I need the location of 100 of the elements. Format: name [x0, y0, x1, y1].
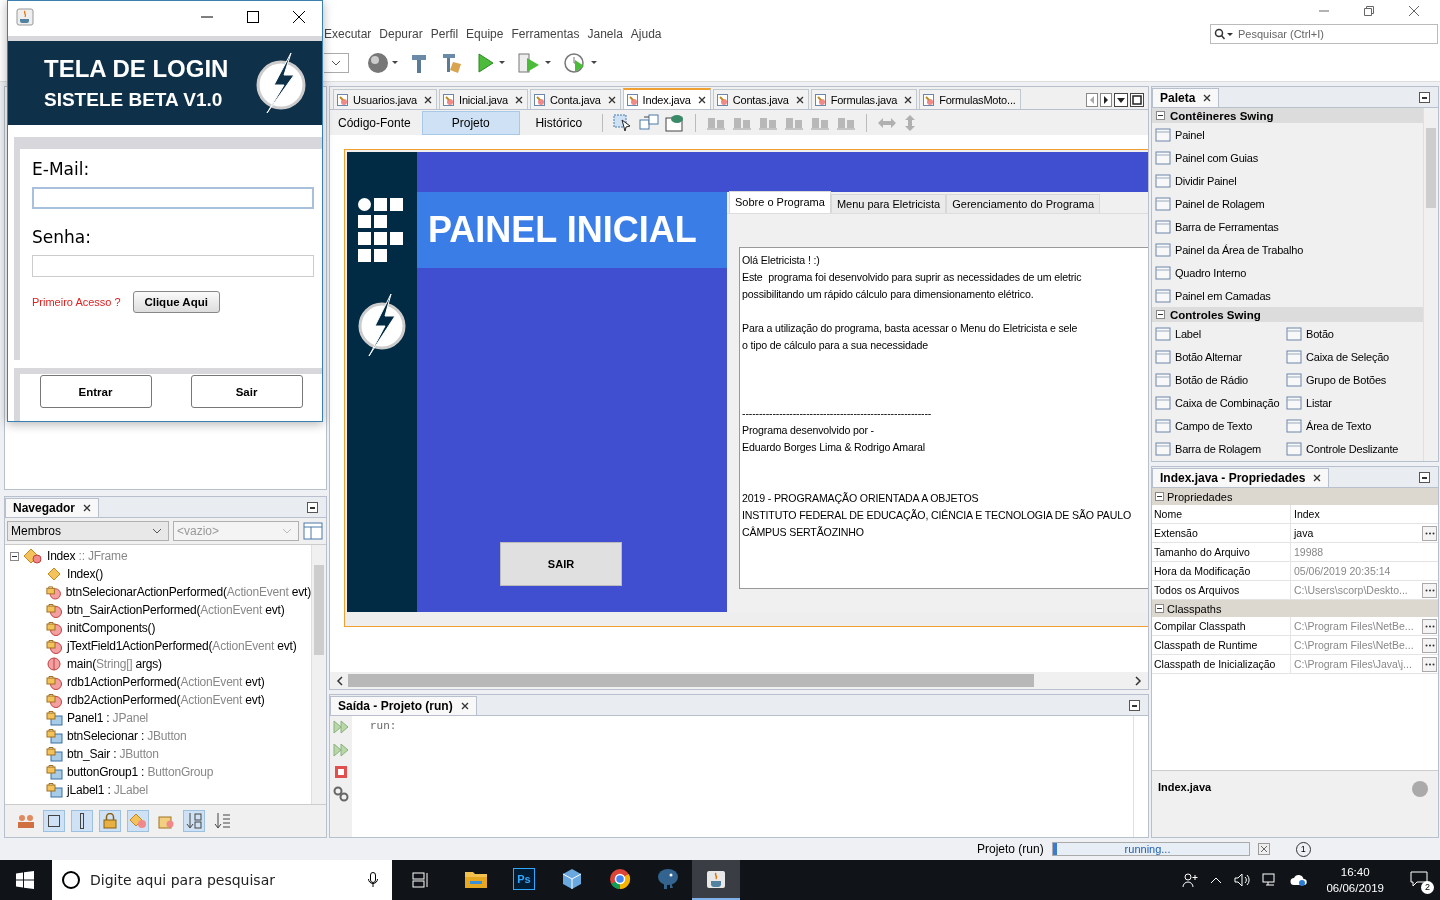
- filter-toggle[interactable]: [71, 810, 93, 832]
- panel-layout-icon[interactable]: [303, 522, 323, 540]
- view-tab[interactable]: Código-Fonte: [333, 111, 416, 134]
- section-header[interactable]: Classpaths: [1152, 600, 1438, 617]
- close-icon[interactable]: [1203, 94, 1212, 102]
- menu-item[interactable]: Equipe: [466, 26, 504, 41]
- palette-item[interactable]: Botão: [1283, 322, 1423, 345]
- tree-item[interactable]: rdb2ActionPerformed(ActionEvent evt): [67, 693, 265, 707]
- panel-tab[interactable]: Saída - Projeto (run): [330, 696, 477, 715]
- ellipsis-button[interactable]: [1422, 618, 1437, 634]
- speaker-icon[interactable]: [1234, 873, 1251, 887]
- file-tab[interactable]: Formulas.java: [810, 89, 918, 109]
- palette-item[interactable]: Dividir Painel: [1152, 169, 1423, 192]
- menu-item[interactable]: Depurar: [379, 26, 423, 41]
- palette-item[interactable]: Caixa de Combinação: [1152, 391, 1283, 414]
- scrollbar[interactable]: [1133, 716, 1148, 837]
- close-icon[interactable]: [697, 95, 706, 104]
- selection-icon[interactable]: [612, 113, 633, 132]
- file-tab[interactable]: Contas.java: [712, 89, 809, 109]
- property-value[interactable]: C:\Program Files\Java\j...: [1294, 658, 1422, 670]
- scrollbar[interactable]: [330, 672, 1148, 689]
- people-icon[interactable]: [1182, 872, 1199, 888]
- view-tab[interactable]: Histórico: [525, 111, 592, 134]
- menu-item[interactable]: Executar: [324, 26, 372, 41]
- minimize-icon[interactable]: [1419, 472, 1430, 483]
- property-value[interactable]: 05/06/2019 20:35:14: [1294, 565, 1438, 577]
- palette-item[interactable]: Área de Texto: [1283, 414, 1423, 437]
- tree-item[interactable]: btnSelecionar : JButton: [67, 729, 187, 743]
- tree-item[interactable]: Index :: JFrame: [47, 549, 128, 563]
- property-value[interactable]: C:\Users\scorp\Deskto...: [1294, 584, 1422, 596]
- filter-dropdown[interactable]: Membros: [7, 521, 169, 541]
- form-tab[interactable]: Sobre o Programa: [729, 191, 831, 213]
- login-button[interactable]: Sair: [190, 375, 303, 408]
- minimize-icon[interactable]: [1419, 92, 1430, 103]
- menu-item[interactable]: Ajuda: [630, 26, 662, 41]
- menu-item[interactable]: Perfil: [430, 26, 459, 41]
- property-value[interactable]: C:\Program Files\NetBe...: [1294, 639, 1422, 651]
- taskbar-search-field[interactable]: Digite aqui para pesquisar: [52, 860, 392, 900]
- search-icon[interactable]: [1214, 27, 1234, 40]
- palette-item[interactable]: Campo de Texto: [1152, 414, 1283, 437]
- exit-button[interactable]: SAIR: [500, 542, 622, 586]
- tree-item[interactable]: main(String[] args): [67, 657, 162, 671]
- tree-item[interactable]: jLabel1 : JLabel: [67, 783, 148, 797]
- palette-item[interactable]: Painel de Rolagem: [1152, 192, 1423, 215]
- filter-toggle[interactable]: [127, 810, 149, 832]
- microphone-icon[interactable]: [368, 872, 378, 888]
- tree-item[interactable]: rdb1ActionPerformed(ActionEvent evt): [67, 675, 265, 689]
- ellipsis-button[interactable]: [1422, 525, 1437, 541]
- minimize-icon[interactable]: [307, 502, 318, 513]
- section-header[interactable]: Propriedades: [1152, 488, 1438, 505]
- menu-item[interactable]: Ferramentas: [511, 26, 580, 41]
- property-value[interactable]: C:\Program Files\NetBe...: [1294, 620, 1422, 632]
- ellipsis-button[interactable]: [1422, 656, 1437, 672]
- maximize-icon[interactable]: [1130, 93, 1144, 107]
- file-tab[interactable]: FormulasMoto...: [919, 89, 1021, 109]
- menu-item[interactable]: Janela: [587, 26, 623, 41]
- panel-tab[interactable]: Paleta: [1152, 88, 1220, 107]
- globe-icon[interactable]: [367, 52, 399, 74]
- palette-item[interactable]: Painel: [1152, 123, 1423, 146]
- settings-icon[interactable]: [333, 786, 349, 802]
- profile-icon[interactable]: [563, 52, 599, 74]
- filter-toggle[interactable]: [99, 810, 121, 832]
- palette-item[interactable]: Quadro Interno: [1152, 261, 1423, 284]
- palette-item[interactable]: Barra de Ferramentas: [1152, 215, 1423, 238]
- cloud-sync-icon[interactable]: [1290, 873, 1309, 887]
- close-icon[interactable]: [83, 504, 92, 512]
- collapse-toggle-icon[interactable]: [10, 551, 19, 561]
- category-header[interactable]: Controles Swing: [1152, 307, 1423, 322]
- minimize-icon[interactable]: [1129, 700, 1140, 711]
- scroll-right-icon[interactable]: [1134, 675, 1142, 686]
- scroll-right-icon[interactable]: [1100, 93, 1112, 107]
- palette-item[interactable]: Barra de Rolagem: [1152, 437, 1283, 460]
- run-icon[interactable]: [475, 52, 507, 74]
- tree-item[interactable]: jTextField1ActionPerformed(ActionEvent evt): [67, 639, 297, 653]
- close-icon[interactable]: [460, 702, 469, 710]
- clock-time[interactable]: 16:40: [1340, 864, 1370, 880]
- windows-start-icon[interactable]: [16, 871, 34, 889]
- category-header[interactable]: Contêineres Swing: [1152, 108, 1423, 123]
- palette-item[interactable]: Label: [1152, 322, 1283, 345]
- palette-item[interactable]: Listar: [1283, 391, 1423, 414]
- clock-date[interactable]: 06/06/2019: [1326, 880, 1384, 896]
- taskbar-app[interactable]: [692, 860, 740, 900]
- panel-tab[interactable]: Index.java - Propriedades: [1152, 468, 1330, 487]
- tree-item[interactable]: initComponents(): [67, 621, 156, 635]
- click-here-button[interactable]: Clique Aqui: [132, 291, 220, 313]
- scroll-left-icon[interactable]: [336, 675, 344, 686]
- filter-toggle[interactable]: [43, 810, 65, 832]
- palette-item[interactable]: Caixa de Seleção: [1283, 345, 1423, 368]
- chevron-up-icon[interactable]: [1210, 876, 1223, 884]
- tree-item[interactable]: btnSelecionarActionPerformed(ActionEvent evt): [65, 585, 311, 599]
- connection-icon[interactable]: [638, 113, 659, 132]
- file-tab[interactable]: Usuarios.java: [333, 89, 438, 109]
- view-tab[interactable]: Projeto: [421, 110, 520, 135]
- restore-icon[interactable]: [1363, 5, 1375, 17]
- panel-tab[interactable]: Navegador: [5, 498, 100, 517]
- ellipsis-button[interactable]: [1422, 637, 1437, 653]
- file-tab[interactable]: Conta.java: [530, 89, 621, 109]
- search-field[interactable]: Pesquisar (Ctrl+I): [1210, 23, 1438, 44]
- tree-item[interactable]: btn_Sair : JButton: [67, 747, 159, 761]
- tree-item[interactable]: buttonGroup1 : ButtonGroup: [67, 765, 214, 779]
